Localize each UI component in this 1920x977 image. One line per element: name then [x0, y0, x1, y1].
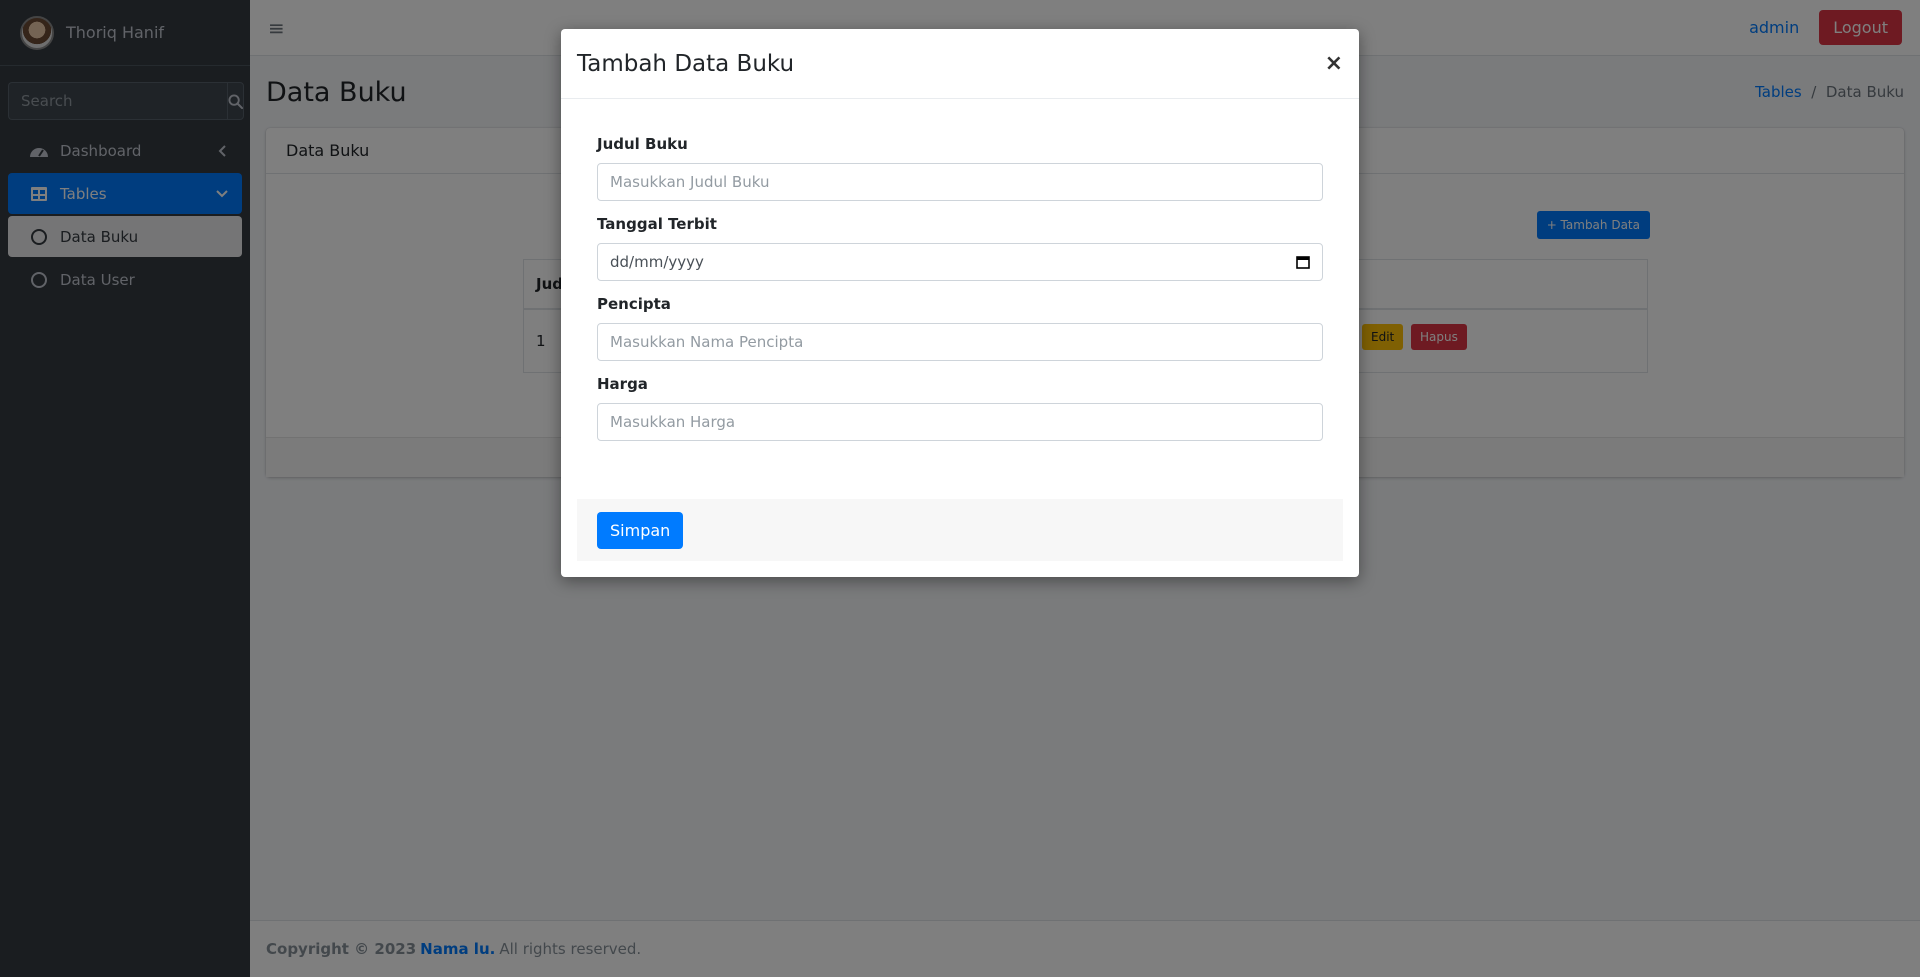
modal-title: Tambah Data Buku	[577, 50, 795, 77]
harga-input[interactable]	[597, 403, 1323, 441]
save-button[interactable]: Simpan	[597, 511, 684, 549]
modal-form: Judul Buku Tanggal Terbit dd/mm/yyyy Pen…	[561, 99, 1359, 441]
add-book-modal: Tambah Data Buku × Judul Buku Tanggal Te…	[561, 29, 1359, 577]
form-group-tanggal: Tanggal Terbit dd/mm/yyyy	[597, 215, 1323, 281]
modal-header: Tambah Data Buku ×	[561, 29, 1359, 99]
pencipta-input[interactable]	[597, 323, 1323, 361]
judul-buku-input[interactable]	[597, 163, 1323, 201]
date-placeholder: dd/mm/yyyy	[610, 253, 704, 271]
field-label: Judul Buku	[597, 135, 688, 153]
field-label: Harga	[597, 375, 648, 393]
form-group-harga: Harga	[597, 375, 1323, 441]
close-icon[interactable]: ×	[1325, 51, 1343, 76]
calendar-icon[interactable]	[1296, 255, 1310, 269]
form-group-judul: Judul Buku	[597, 135, 1323, 201]
tanggal-terbit-input[interactable]: dd/mm/yyyy	[597, 243, 1323, 281]
form-group-pencipta: Pencipta	[597, 295, 1323, 361]
field-label: Pencipta	[597, 295, 671, 313]
modal-footer: Simpan	[577, 499, 1343, 561]
field-label: Tanggal Terbit	[597, 215, 717, 233]
